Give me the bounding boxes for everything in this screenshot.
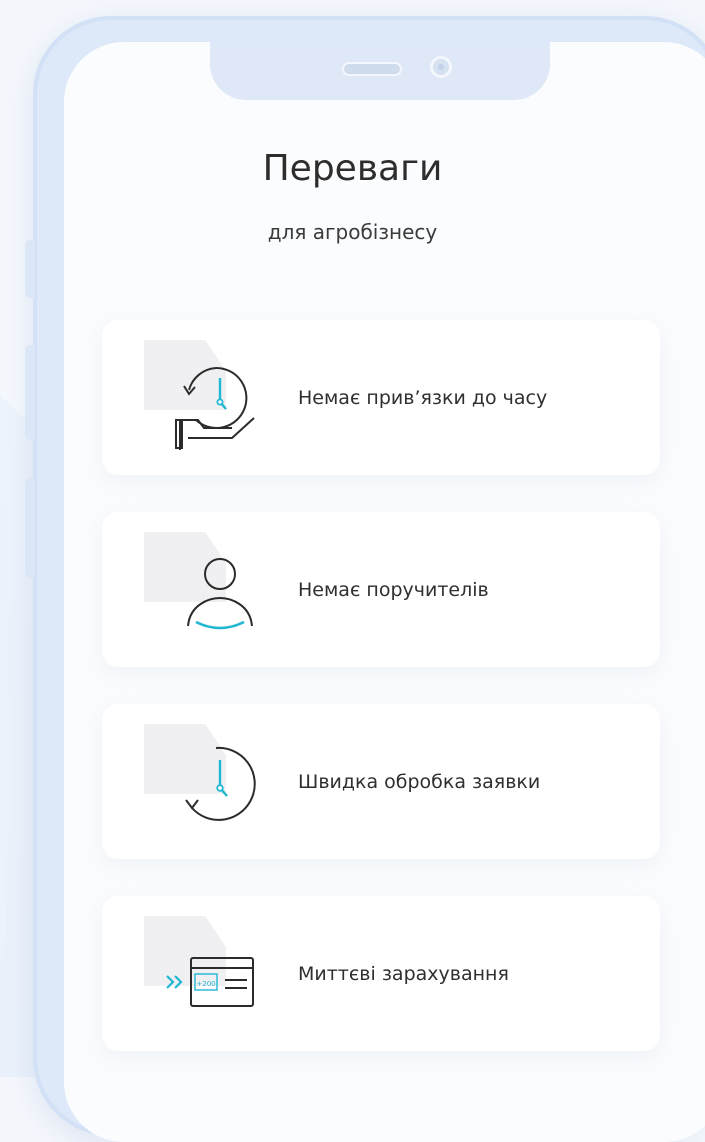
camera-icon xyxy=(430,56,452,78)
benefit-label: Швидка обробка заявки xyxy=(298,770,541,793)
benefit-card-no-guarantors: Немає поручителів xyxy=(102,512,660,667)
phone-side-button-mute xyxy=(25,240,35,298)
phone-side-button-volume-up xyxy=(25,345,35,440)
benefit-card-fast-processing: Швидка обробка заявки xyxy=(102,704,660,859)
benefit-card-no-time-binding: Немає прив’язки до часу xyxy=(102,320,660,475)
phone-side-button-volume-down xyxy=(25,478,35,578)
card-amount-text: +200 xyxy=(196,980,215,988)
benefit-label: Немає прив’язки до часу xyxy=(298,386,548,409)
card-transfer-icon: +200 xyxy=(166,957,254,1007)
page-title: Переваги xyxy=(262,148,443,189)
clock-refresh-icon xyxy=(185,746,256,821)
benefit-label: Немає поручителів xyxy=(298,578,489,601)
benefit-card-instant-credit: +200 Миттєві зарахування xyxy=(102,896,660,1051)
page-subtitle: для агробізнесу xyxy=(267,220,438,244)
benefit-label: Миттєві зарахування xyxy=(298,962,509,985)
phone-notch xyxy=(210,42,550,100)
clock-in-hand-icon xyxy=(175,366,255,450)
person-icon xyxy=(187,558,253,630)
speaker-icon xyxy=(342,62,402,76)
